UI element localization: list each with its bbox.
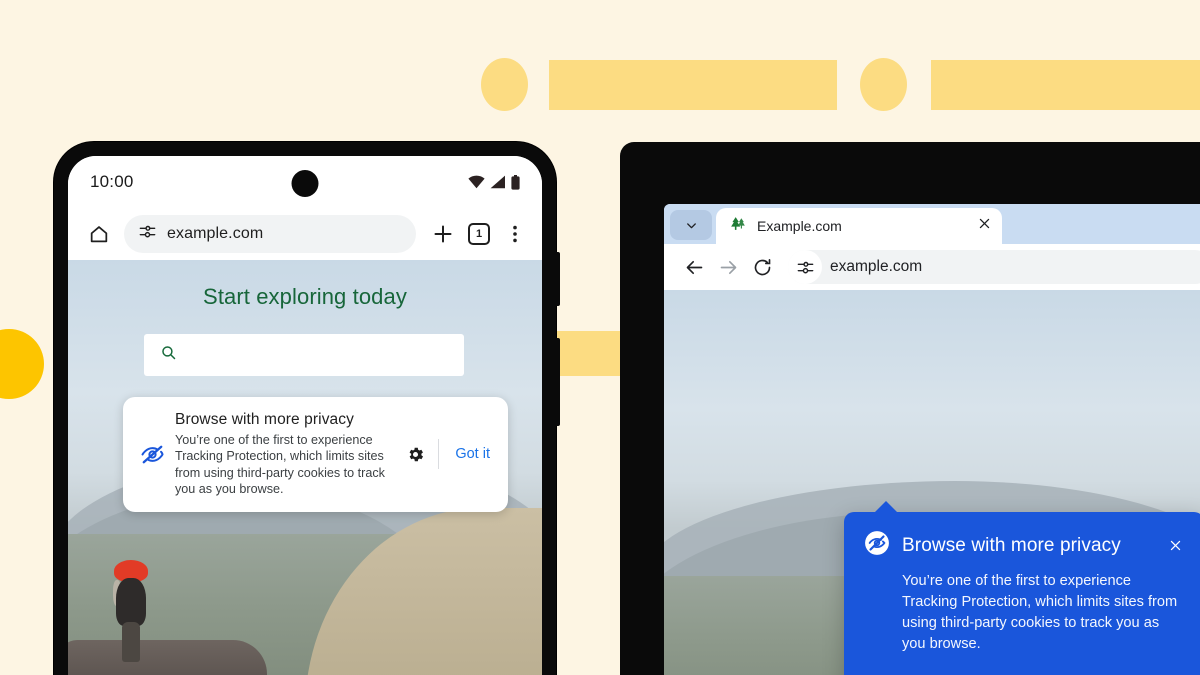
dialog-pointer (874, 501, 898, 513)
tracking-protection-dialog: Browse with more privacy You’re one of t… (844, 501, 1200, 675)
decor-rect-top-2 (931, 60, 1200, 110)
promo-illustration: 10:00 example.com 1 Start exploring toda… (0, 0, 1200, 675)
phone-card-title: Browse with more privacy (175, 411, 354, 428)
plus-icon[interactable] (428, 219, 458, 249)
gear-icon[interactable] (398, 445, 432, 464)
phone-volume-button[interactable] (555, 338, 560, 426)
rock-outcrop (68, 640, 268, 675)
arrow-right-icon (712, 251, 744, 283)
phone-omnibox[interactable]: example.com (124, 215, 416, 253)
tune-icon[interactable] (788, 250, 822, 284)
phone-clock: 10:00 (90, 172, 134, 191)
phone-power-button[interactable] (555, 252, 560, 306)
laptop-screen: Example.com example.com Browse with more… (664, 204, 1200, 675)
tree-icon (730, 215, 747, 237)
phone-url-text: example.com (167, 225, 264, 242)
hiker-figure (112, 560, 148, 662)
phone-device: 10:00 example.com 1 Start exploring toda… (54, 142, 560, 675)
signal-icon (490, 175, 506, 189)
wifi-icon (468, 175, 485, 189)
divider (438, 439, 440, 470)
phone-status-icons (468, 174, 520, 190)
chrome-tab[interactable]: Example.com (716, 208, 1002, 244)
dialog-title: Browse with more privacy (902, 534, 1121, 556)
close-icon[interactable] (977, 216, 992, 236)
search-icon (160, 344, 177, 366)
phone-status-bar: 10:00 (68, 156, 542, 208)
chrome-tab-title: Example.com (757, 218, 842, 234)
chrome-url-text: example.com (830, 258, 923, 275)
arrow-left-icon[interactable] (678, 251, 710, 283)
phone-front-camera (291, 170, 319, 197)
phone-browser-toolbar: example.com 1 (68, 208, 542, 260)
tab-count-label: 1 (468, 223, 490, 245)
eye-off-icon (137, 442, 167, 467)
home-icon[interactable] (84, 219, 114, 249)
chrome-tabstrip: Example.com (664, 204, 1200, 244)
laptop-web-page: r (664, 290, 1200, 675)
phone-got-it-button[interactable]: Got it (445, 440, 500, 468)
decor-rect-top-1 (549, 60, 837, 110)
phone-card-actions: Got it (398, 439, 500, 470)
dialog-body: You’re one of the first to experience Tr… (902, 573, 1178, 652)
chrome-toolbar: example.com (664, 244, 1200, 290)
phone-card-body: You’re one of the first to experience Tr… (175, 433, 385, 497)
tab-counter-button[interactable]: 1 (464, 219, 494, 249)
phone-card-text: Browse with more privacy You’re one of t… (175, 411, 390, 498)
phone-screen: 10:00 example.com 1 Start exploring toda… (68, 156, 542, 675)
battery-icon (511, 174, 520, 190)
tune-icon[interactable] (138, 222, 157, 246)
eye-off-icon (864, 530, 890, 561)
more-vertical-icon[interactable] (500, 219, 530, 249)
phone-page-search-box[interactable] (144, 334, 464, 376)
phone-privacy-card: Browse with more privacy You’re one of t… (123, 397, 508, 512)
decor-ellipse-top-2 (860, 58, 907, 111)
decor-ellipse-top-1 (481, 58, 528, 111)
phone-web-page: Start exploring today Browse with more p… (68, 260, 542, 675)
dialog-header: Browse with more privacy (864, 530, 1186, 561)
page-headline: Start exploring today (203, 284, 407, 309)
chrome-omnibox[interactable]: example.com (788, 250, 1200, 284)
close-icon[interactable] (1164, 535, 1186, 557)
laptop-device: Example.com example.com Browse with more… (620, 142, 1200, 675)
decor-circle-left (0, 329, 44, 399)
reload-icon[interactable] (746, 251, 778, 283)
chevron-down-icon[interactable] (670, 210, 712, 240)
